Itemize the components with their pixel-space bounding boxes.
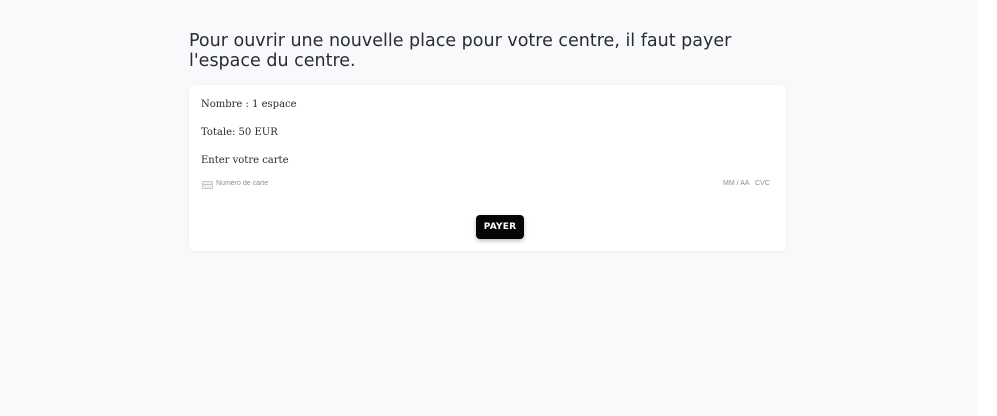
credit-card-icon [202, 181, 213, 189]
card-input-element[interactable] [201, 179, 773, 193]
right-edge-strip [978, 0, 997, 416]
card-number-input[interactable] [216, 180, 416, 187]
total-line: Totale: 50 EUR [201, 127, 278, 138]
card-cvc-input[interactable] [755, 180, 773, 187]
card-prompt: Enter votre carte [201, 155, 289, 166]
card-expiry-input[interactable] [723, 180, 753, 187]
quantity-line: Nombre : 1 espace [201, 99, 297, 110]
payment-card: Nombre : 1 espace Totale: 50 EUR Enter v… [189, 85, 786, 251]
page-title: Pour ouvrir une nouvelle place pour votr… [189, 31, 732, 71]
pay-button[interactable]: PAYER [476, 215, 524, 239]
